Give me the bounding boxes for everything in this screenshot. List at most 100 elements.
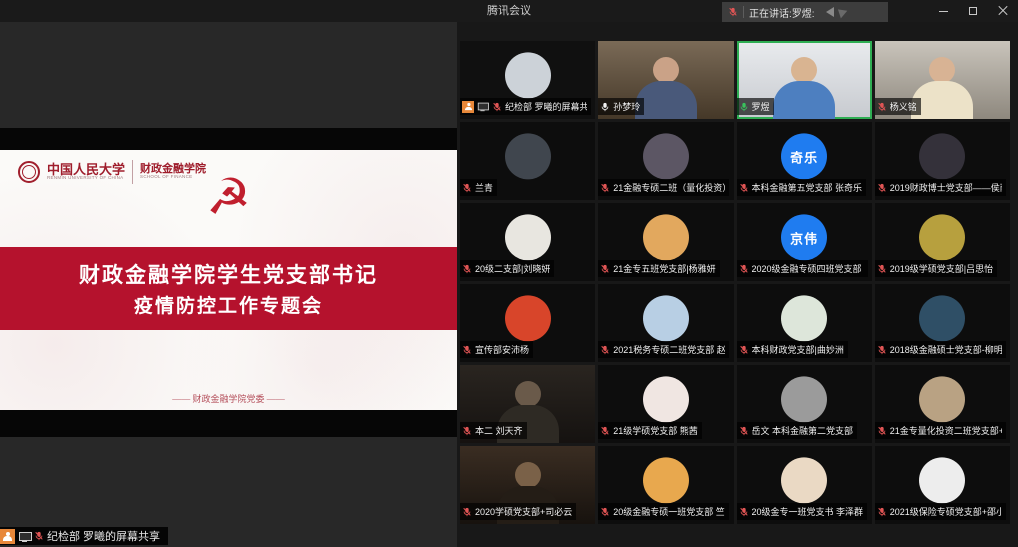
close-icon [998,6,1008,16]
participant-label: 2020级金融专硕四班党支部 卫… [737,260,868,277]
presentation-slide: 中国人民大学 RENMIN UNIVERSITY OF CHINA 财政金融学院… [0,150,457,410]
participant-label: 宣传部安沛杨 [460,341,533,358]
participant-label: 2020学硕党支部+司必云 [460,503,576,520]
person-icon [3,532,12,541]
participant-tile[interactable]: 杨义铭 [875,41,1010,119]
muted-mic-icon [728,7,738,17]
mic-icon [600,264,610,274]
participant-tile[interactable]: 2019级学硕党支部|吕思怡 [875,203,1010,281]
muted-mic-icon [34,531,44,541]
participant-tile[interactable]: 21金融专硕二班（量化投资）… [598,122,733,200]
participant-name: 2019财政博士党支部——侯雨晗 [890,181,1002,194]
participant-label: 本科财政党支部|曲妙洲 [737,341,848,358]
avatar [505,214,551,260]
participant-label: 2021级保险专硕党支部+邵小兰 [875,503,1006,520]
participant-tile[interactable]: 本科财政党支部|曲妙洲 [737,284,872,362]
mic-icon [739,426,749,436]
video-person-head [515,462,541,488]
person-icon [464,103,471,110]
host-badge-icon [462,101,474,113]
maximize-button[interactable] [958,0,988,22]
screen-share-icon [477,102,488,111]
avatar [505,133,551,179]
participant-tile[interactable]: 纪检部 罗曦的屏幕共享 [460,41,595,119]
minimize-button[interactable] [928,0,958,22]
participant-tile[interactable]: 奇乐 本科金融第五党支部 张奇乐 [737,122,872,200]
participant-tile[interactable]: 2019财政博士党支部——侯雨晗 [875,122,1010,200]
participant-tile[interactable]: 本二 刘天齐 [460,365,595,443]
video-person-body [773,81,835,119]
participant-tile[interactable]: 21金专五班党支部|杨雅妍 [598,203,733,281]
video-person-head [653,57,679,83]
participant-name: 20级二支部|刘晓妍 [475,262,550,275]
participant-label: 罗煜 [737,98,774,115]
speaking-indicator-panel[interactable]: 正在讲话:罗煜: [722,2,888,22]
slide-title-line1: 财政金融学院学生党支部书记 [79,259,378,289]
participant-name: 2021级保险专硕党支部+邵小兰 [890,505,1002,518]
panel-arrow-icons [826,7,845,17]
participant-tile[interactable]: 京伟 2020级金融专硕四班党支部 卫… [737,203,872,281]
participant-label: 孙梦玲 [598,98,644,115]
mic-icon [600,345,610,355]
participant-label: 2018级金融硕士党支部-柳明芳 [875,341,1006,358]
arrow-left-icon [826,7,834,17]
divider [743,6,744,18]
participant-name: 2019级学硕党支部|吕思怡 [890,262,993,275]
mic-icon [739,183,749,193]
label-badges [462,101,489,113]
close-button[interactable] [988,0,1018,22]
avatar [505,52,551,98]
avatar: 奇乐 [781,133,827,179]
avatar [781,376,827,422]
mic-icon [462,264,472,274]
mic-icon [462,345,472,355]
participant-tile[interactable]: 21金专量化投资二班党支部+… [875,365,1010,443]
share-status-text: 纪检部 罗曦的屏幕共享 [47,528,160,544]
participant-name: 2018级金融硕士党支部-柳明芳 [890,343,1002,356]
mic-icon [877,426,887,436]
party-emblem-icon: ☭ [0,172,457,222]
avatar [643,376,689,422]
participant-label: 20级二支部|刘晓妍 [460,260,554,277]
participant-tile[interactable]: 宣传部安沛杨 [460,284,595,362]
avatar [919,376,965,422]
avatar [919,133,965,179]
mic-icon [739,264,749,274]
participant-name: 21金专量化投资二班党支部+… [890,424,1002,437]
participant-tile[interactable]: 2020学硕党支部+司必云 [460,446,595,524]
participant-tile[interactable]: 21级学硕党支部 熊茜 [598,365,733,443]
mic-icon [600,183,610,193]
participant-name: 孙梦玲 [613,100,640,113]
mic-icon [600,426,610,436]
participant-tile[interactable]: 兰青 [460,122,595,200]
participant-name: 兰青 [475,181,493,194]
avatar [919,295,965,341]
participant-name: 纪检部 罗曦的屏幕共享 [505,100,587,113]
participant-tile[interactable]: 罗煜 [737,41,872,119]
avatar [919,457,965,503]
participant-tile[interactable]: 2021税务专硕二班党支部 赵瑶… [598,284,733,362]
participant-tile[interactable]: 2021级保险专硕党支部+邵小兰 [875,446,1010,524]
participant-label: 纪检部 罗曦的屏幕共享 [460,98,591,115]
participant-grid: 纪检部 罗曦的屏幕共享 孙梦玲 [457,22,1018,524]
letterbox-top [0,128,457,150]
slide-footer: —— 财政金融学院党委 —— [0,392,457,405]
avatar [781,295,827,341]
participant-label: 2019财政博士党支部——侯雨晗 [875,179,1006,196]
participant-tile[interactable]: 20级二支部|刘晓妍 [460,203,595,281]
participant-tile[interactable]: 2018级金融硕士党支部-柳明芳 [875,284,1010,362]
participant-tile[interactable]: 孙梦玲 [598,41,733,119]
participant-name: 21金融专硕二班（量化投资）… [613,181,725,194]
participant-name: 20级金专一班党支书 李泽群 [752,505,864,518]
participant-tile[interactable]: 岳文 本科金融第二党支部 [737,365,872,443]
participant-tile[interactable]: 20级金专一班党支书 李泽群 [737,446,872,524]
participant-label: 21金专五班党支部|杨雅妍 [598,260,719,277]
participant-name: 宣传部安沛杨 [475,343,529,356]
participant-label: 本二 刘天齐 [460,422,527,439]
video-person-head [791,57,817,83]
participant-label: 21金专量化投资二班党支部+… [875,422,1006,439]
mic-icon [877,183,887,193]
participant-tile[interactable]: 20级金融专硕一班党支部 竺… [598,446,733,524]
arrow-back-icon [834,6,847,19]
avatar [505,295,551,341]
